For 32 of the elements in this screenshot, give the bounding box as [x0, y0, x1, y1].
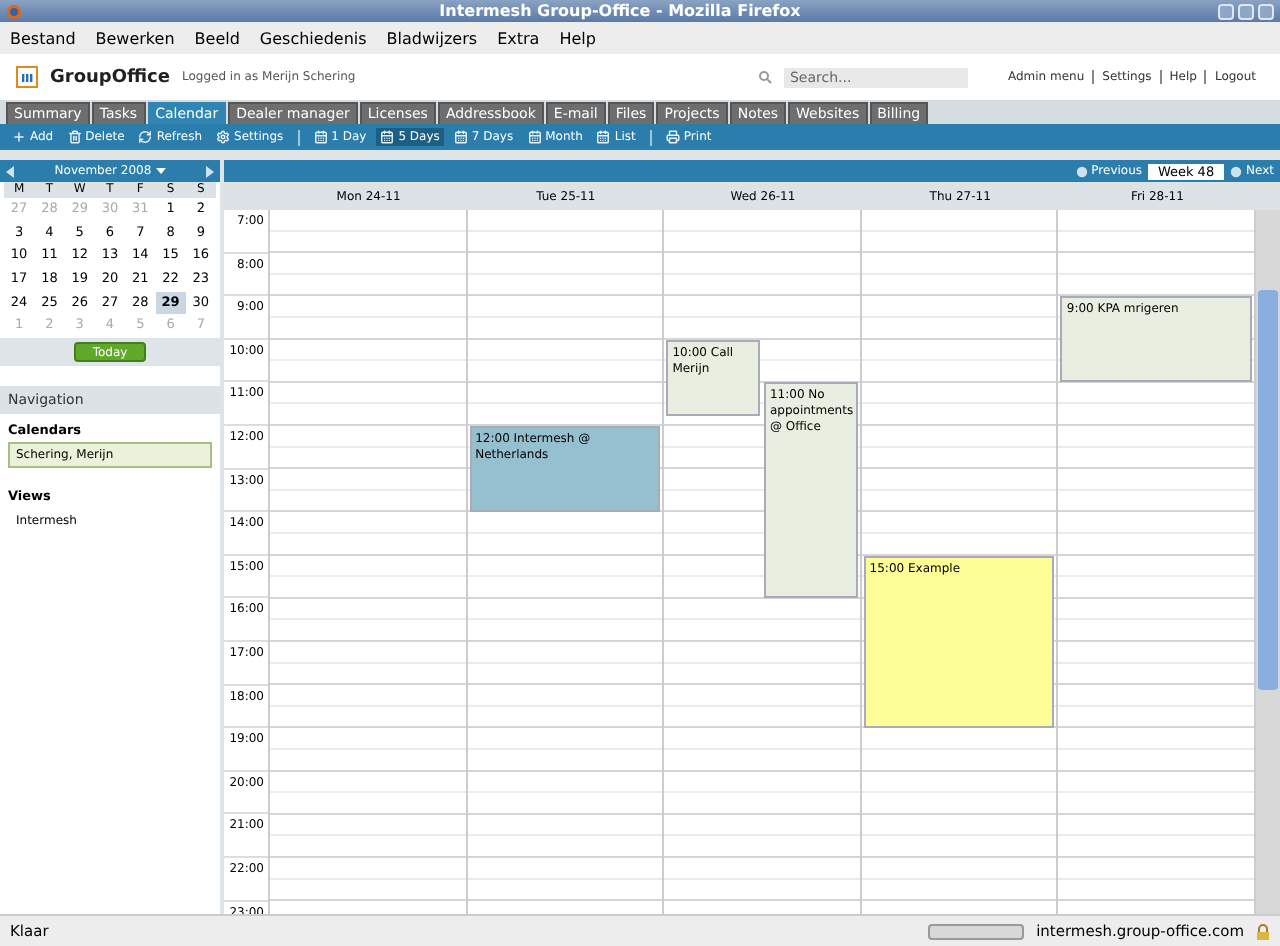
menu-item[interactable]: Beeld [194, 29, 240, 47]
delete-icon [67, 130, 82, 144]
caret-icon[interactable] [155, 168, 166, 174]
maximize-button[interactable] [1237, 3, 1254, 19]
menu-item[interactable]: Help [559, 29, 596, 47]
window-title: Intermesh Group-Office - Mozilla Firefox [439, 2, 801, 20]
browser-logo-icon [6, 3, 22, 19]
search-icon [757, 70, 772, 84]
menu-item[interactable]: Bladwijzers [386, 29, 478, 47]
next-month-icon[interactable] [203, 165, 214, 177]
scrollbar[interactable] [1255, 210, 1280, 914]
lock-icon [1256, 923, 1270, 939]
plus-icon [12, 130, 26, 144]
menu-item[interactable]: Geschiedenis [259, 29, 367, 47]
settings-icon [216, 130, 231, 144]
menu-item[interactable]: Bestand [10, 29, 76, 47]
refresh-icon [138, 130, 153, 144]
app-logo-icon [16, 66, 38, 88]
previous-month-icon[interactable] [6, 165, 16, 177]
scrollbar-thumb[interactable] [1257, 290, 1278, 690]
calendar-grid-icon [453, 130, 468, 144]
calendar-grid-icon [380, 130, 395, 144]
calendar-grid-icon [527, 130, 542, 144]
close-button[interactable] [1257, 3, 1274, 19]
minimize-button[interactable] [1217, 3, 1234, 19]
printer-icon [665, 130, 680, 144]
menu-item[interactable]: Extra [497, 29, 540, 47]
calendar-grid-icon [596, 130, 611, 144]
day-column[interactable] [270, 210, 468, 914]
menu-item[interactable]: Bewerken [95, 29, 175, 47]
calendar-grid-icon [313, 130, 328, 144]
app-name: GroupOffice [50, 67, 170, 87]
